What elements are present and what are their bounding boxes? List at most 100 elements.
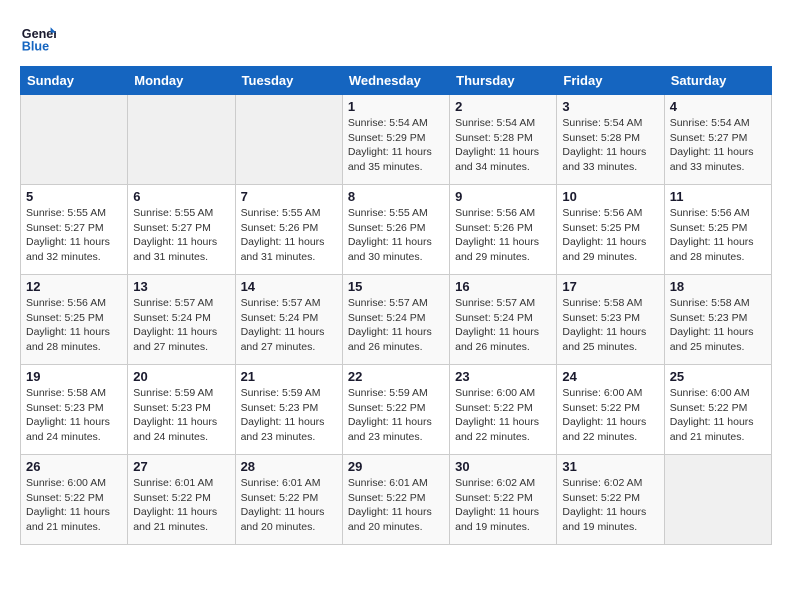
- day-info: Sunrise: 5:55 AM Sunset: 5:26 PM Dayligh…: [241, 206, 337, 265]
- day-number: 5: [26, 189, 122, 204]
- day-cell: 16 Sunrise: 5:57 AM Sunset: 5:24 PM Dayli…: [450, 275, 557, 365]
- day-cell: 5 Sunrise: 5:55 AM Sunset: 5:27 PM Daylig…: [21, 185, 128, 275]
- day-cell: 23 Sunrise: 6:00 AM Sunset: 5:22 PM Dayli…: [450, 365, 557, 455]
- header-wednesday: Wednesday: [342, 67, 449, 95]
- svg-text:Blue: Blue: [22, 40, 49, 54]
- day-cell: 20Sunrise: 5:59 AM Sunset: 5:23 PM Dayli…: [128, 365, 235, 455]
- day-cell: 18 Sunrise: 5:58 AM Sunset: 5:23 PM Dayli…: [664, 275, 771, 365]
- day-cell: 3Sunrise: 5:54 AM Sunset: 5:28 PM Daylig…: [557, 95, 664, 185]
- day-info: Sunrise: 6:01 AM Sunset: 5:22 PM Dayligh…: [241, 476, 337, 535]
- day-info: Sunrise: 6:00 AM Sunset: 5:22 PM Dayligh…: [455, 386, 551, 445]
- page-header: General Blue: [20, 20, 772, 56]
- day-info: Sunrise: 5:54 AM Sunset: 5:28 PM Dayligh…: [455, 116, 551, 175]
- day-info: Sunrise: 5:54 AM Sunset: 5:29 PM Dayligh…: [348, 116, 444, 175]
- header-thursday: Thursday: [450, 67, 557, 95]
- day-number: 29: [348, 459, 444, 474]
- day-number: 2: [455, 99, 551, 114]
- day-info: Sunrise: 6:00 AM Sunset: 5:22 PM Dayligh…: [26, 476, 122, 535]
- day-info: Sunrise: 6:02 AM Sunset: 5:22 PM Dayligh…: [455, 476, 551, 535]
- day-cell: 6 Sunrise: 5:55 AM Sunset: 5:27 PM Daylig…: [128, 185, 235, 275]
- day-info: Sunrise: 5:57 AM Sunset: 5:24 PM Dayligh…: [455, 296, 551, 355]
- day-info: Sunrise: 5:57 AM Sunset: 5:24 PM Dayligh…: [348, 296, 444, 355]
- day-cell: 2 Sunrise: 5:54 AM Sunset: 5:28 PM Daylig…: [450, 95, 557, 185]
- day-info: Sunrise: 5:58 AM Sunset: 5:23 PM Dayligh…: [562, 296, 658, 355]
- day-cell: 29 Sunrise: 6:01 AM Sunset: 5:22 PM Dayli…: [342, 455, 449, 545]
- day-cell: 19 Sunrise: 5:58 AM Sunset: 5:23 PM Dayli…: [21, 365, 128, 455]
- week-row-5: 26 Sunrise: 6:00 AM Sunset: 5:22 PM Dayli…: [21, 455, 772, 545]
- day-number: 30: [455, 459, 551, 474]
- day-info: Sunrise: 6:01 AM Sunset: 5:22 PM Dayligh…: [348, 476, 444, 535]
- day-number: 17: [562, 279, 658, 294]
- day-cell: 8Sunrise: 5:55 AM Sunset: 5:26 PM Daylig…: [342, 185, 449, 275]
- day-cell: 21 Sunrise: 5:59 AM Sunset: 5:23 PM Dayli…: [235, 365, 342, 455]
- day-cell: 15Sunrise: 5:57 AM Sunset: 5:24 PM Dayli…: [342, 275, 449, 365]
- day-number: 1: [348, 99, 444, 114]
- day-info: Sunrise: 6:01 AM Sunset: 5:22 PM Dayligh…: [133, 476, 229, 535]
- day-cell: [235, 95, 342, 185]
- week-row-1: 1 Sunrise: 5:54 AM Sunset: 5:29 PM Daylig…: [21, 95, 772, 185]
- day-number: 16: [455, 279, 551, 294]
- day-info: Sunrise: 6:00 AM Sunset: 5:22 PM Dayligh…: [670, 386, 766, 445]
- day-number: 22: [348, 369, 444, 384]
- week-row-3: 12 Sunrise: 5:56 AM Sunset: 5:25 PM Dayli…: [21, 275, 772, 365]
- day-info: Sunrise: 5:57 AM Sunset: 5:24 PM Dayligh…: [241, 296, 337, 355]
- header-saturday: Saturday: [664, 67, 771, 95]
- day-info: Sunrise: 5:59 AM Sunset: 5:23 PM Dayligh…: [241, 386, 337, 445]
- day-cell: [21, 95, 128, 185]
- day-cell: 31Sunrise: 6:02 AM Sunset: 5:22 PM Dayli…: [557, 455, 664, 545]
- weekday-header-row: SundayMondayTuesdayWednesdayThursdayFrid…: [21, 67, 772, 95]
- day-cell: 10Sunrise: 5:56 AM Sunset: 5:25 PM Dayli…: [557, 185, 664, 275]
- day-info: Sunrise: 5:56 AM Sunset: 5:26 PM Dayligh…: [455, 206, 551, 265]
- logo: General Blue: [20, 20, 56, 56]
- day-info: Sunrise: 5:56 AM Sunset: 5:25 PM Dayligh…: [670, 206, 766, 265]
- day-number: 28: [241, 459, 337, 474]
- day-number: 12: [26, 279, 122, 294]
- day-number: 27: [133, 459, 229, 474]
- day-number: 11: [670, 189, 766, 204]
- day-cell: 27 Sunrise: 6:01 AM Sunset: 5:22 PM Dayli…: [128, 455, 235, 545]
- day-number: 31: [562, 459, 658, 474]
- day-number: 24: [562, 369, 658, 384]
- day-info: Sunrise: 5:57 AM Sunset: 5:24 PM Dayligh…: [133, 296, 229, 355]
- day-cell: 24 Sunrise: 6:00 AM Sunset: 5:22 PM Dayli…: [557, 365, 664, 455]
- week-row-4: 19 Sunrise: 5:58 AM Sunset: 5:23 PM Dayli…: [21, 365, 772, 455]
- day-number: 26: [26, 459, 122, 474]
- day-number: 18: [670, 279, 766, 294]
- day-number: 20: [133, 369, 229, 384]
- day-info: Sunrise: 6:00 AM Sunset: 5:22 PM Dayligh…: [562, 386, 658, 445]
- header-tuesday: Tuesday: [235, 67, 342, 95]
- day-number: 7: [241, 189, 337, 204]
- header-friday: Friday: [557, 67, 664, 95]
- day-number: 19: [26, 369, 122, 384]
- day-cell: [664, 455, 771, 545]
- day-cell: 28 Sunrise: 6:01 AM Sunset: 5:22 PM Dayli…: [235, 455, 342, 545]
- day-info: Sunrise: 5:59 AM Sunset: 5:22 PM Dayligh…: [348, 386, 444, 445]
- day-cell: 9 Sunrise: 5:56 AM Sunset: 5:26 PM Daylig…: [450, 185, 557, 275]
- day-cell: 11 Sunrise: 5:56 AM Sunset: 5:25 PM Dayli…: [664, 185, 771, 275]
- day-number: 23: [455, 369, 551, 384]
- day-info: Sunrise: 5:55 AM Sunset: 5:27 PM Dayligh…: [26, 206, 122, 265]
- day-number: 6: [133, 189, 229, 204]
- day-cell: 7 Sunrise: 5:55 AM Sunset: 5:26 PM Daylig…: [235, 185, 342, 275]
- day-cell: 4Sunrise: 5:54 AM Sunset: 5:27 PM Daylig…: [664, 95, 771, 185]
- logo-icon: General Blue: [20, 20, 56, 56]
- day-cell: 17 Sunrise: 5:58 AM Sunset: 5:23 PM Dayli…: [557, 275, 664, 365]
- day-cell: 14Sunrise: 5:57 AM Sunset: 5:24 PM Dayli…: [235, 275, 342, 365]
- day-cell: 13 Sunrise: 5:57 AM Sunset: 5:24 PM Dayli…: [128, 275, 235, 365]
- day-cell: 22 Sunrise: 5:59 AM Sunset: 5:22 PM Dayli…: [342, 365, 449, 455]
- day-info: Sunrise: 5:58 AM Sunset: 5:23 PM Dayligh…: [26, 386, 122, 445]
- day-cell: 12 Sunrise: 5:56 AM Sunset: 5:25 PM Dayli…: [21, 275, 128, 365]
- day-number: 4: [670, 99, 766, 114]
- day-info: Sunrise: 5:58 AM Sunset: 5:23 PM Dayligh…: [670, 296, 766, 355]
- day-cell: 30 Sunrise: 6:02 AM Sunset: 5:22 PM Dayli…: [450, 455, 557, 545]
- day-info: Sunrise: 5:56 AM Sunset: 5:25 PM Dayligh…: [26, 296, 122, 355]
- day-number: 21: [241, 369, 337, 384]
- day-cell: 1 Sunrise: 5:54 AM Sunset: 5:29 PM Daylig…: [342, 95, 449, 185]
- day-number: 9: [455, 189, 551, 204]
- day-number: 13: [133, 279, 229, 294]
- day-info: Sunrise: 5:55 AM Sunset: 5:26 PM Dayligh…: [348, 206, 444, 265]
- day-cell: 25 Sunrise: 6:00 AM Sunset: 5:22 PM Dayli…: [664, 365, 771, 455]
- header-monday: Monday: [128, 67, 235, 95]
- day-number: 25: [670, 369, 766, 384]
- day-info: Sunrise: 5:55 AM Sunset: 5:27 PM Dayligh…: [133, 206, 229, 265]
